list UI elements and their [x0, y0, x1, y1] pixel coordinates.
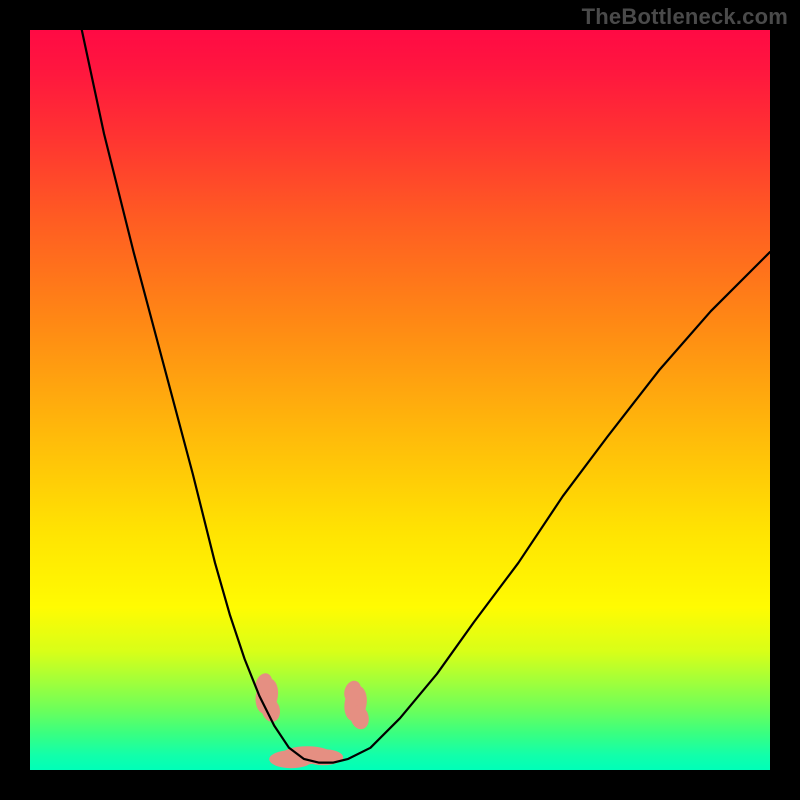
chart-frame: TheBottleneck.com: [0, 0, 800, 800]
left-pink-blob: [253, 671, 283, 724]
bottleneck-curve-line: [82, 30, 770, 763]
plot-area: [30, 30, 770, 770]
curve-layer: [30, 30, 770, 770]
right-pink-blob: [341, 678, 371, 731]
watermark-text: TheBottleneck.com: [582, 4, 788, 30]
bottom-pink-blob: [269, 746, 343, 768]
